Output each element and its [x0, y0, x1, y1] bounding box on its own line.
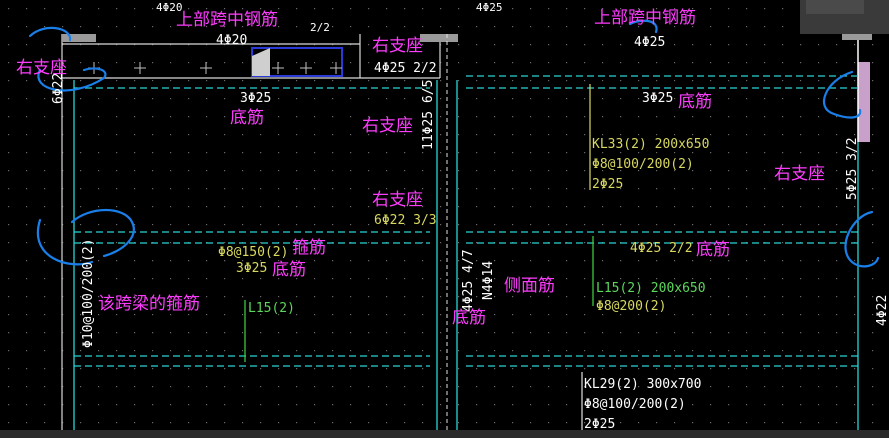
label-side-bar: 侧面筋	[504, 276, 555, 296]
label-right-support-5: 右支座	[774, 164, 825, 184]
cad-text-stir-150: Φ8@150(2)	[218, 245, 289, 260]
cad-text-kl33-top: 2Φ25	[592, 177, 624, 192]
label-right-support-4: 右支座	[372, 190, 423, 210]
label-bottom-bar-4: 底筋	[696, 240, 730, 260]
cad-text-kl33: KL33(2) 200x650	[592, 137, 710, 152]
cad-text-kl29: KL29(2) 300x700	[584, 377, 702, 392]
cad-text-kl29-top: 2Φ25	[584, 417, 616, 432]
label-top-mid-1: 上部跨中钢筋	[176, 10, 278, 30]
cad-text-kl33-stirrup: Φ8@100/200(2)	[592, 157, 694, 172]
cad-drawing-canvas[interactable]: 4Φ20 4Φ20 2/2 4Φ25 4Φ25 4Φ25 2/2 6Φ22 3Φ…	[0, 0, 889, 438]
support-block-left	[62, 34, 96, 42]
cad-text-l15-right: L15(2) 200x650	[596, 281, 706, 296]
status-strip	[0, 430, 889, 438]
cad-text-top-425-small: 4Φ25	[476, 1, 503, 14]
label-right-support-3: 右支座	[362, 116, 413, 136]
cad-text-bot-325-left: 3Φ25	[240, 91, 272, 106]
cad-text-vert-425-47: 4Φ25 4/7	[461, 249, 476, 312]
label-right-support-2: 右支座	[16, 58, 67, 78]
cad-text-right-vert-525: 5Φ25 3/2	[845, 137, 860, 200]
cad-text-left-vert-10: Φ10@100/200(2)	[81, 238, 96, 348]
label-bottom-bar-5: 底筋	[452, 308, 486, 328]
label-top-mid-2: 上部跨中钢筋	[594, 8, 696, 28]
cad-text-bot-325-right: 3Φ25	[642, 91, 674, 106]
right-column-highlight	[858, 62, 870, 142]
support-block-mid	[420, 34, 458, 42]
cad-text-kl29-stirrup: Φ8@100/200(2)	[584, 397, 686, 412]
label-bottom-bar-2: 底筋	[678, 92, 712, 112]
toolbar-button[interactable]	[806, 0, 864, 14]
cad-text-vert-n4: N4Φ14	[481, 260, 496, 300]
label-bottom-bar-3: 底筋	[272, 260, 306, 280]
background-grid	[0, 0, 889, 438]
cad-text-col-vert-1125: 11Φ25 6/5	[421, 79, 436, 150]
cad-text-support-425: 4Φ25 2/2	[374, 61, 437, 76]
cad-text-l15-left: L15(2)	[248, 301, 295, 316]
cad-text-top-20: 4Φ20	[216, 33, 248, 48]
label-span-stirrup: 该跨梁的箍筋	[98, 294, 200, 314]
label-stirrup: 箍筋	[292, 238, 326, 258]
cad-text-bot-425-22: 4Φ25 2/2	[630, 241, 693, 256]
cad-text-top-partial: 2/2	[310, 21, 330, 34]
cad-text-right-edge-vert: 4Φ22	[875, 294, 889, 326]
label-bottom-bar-1: 底筋	[230, 108, 264, 128]
cad-text-l15-right-stirrup: Φ8@200(2)	[596, 299, 667, 314]
cad-text-support-622: 6Φ22 3/3	[374, 213, 437, 228]
label-right-support-1: 右支座	[372, 36, 423, 56]
cad-text-top-425-right: 4Φ25	[634, 35, 666, 50]
cad-text-bot-325-mid: 3Φ25	[236, 261, 268, 276]
beam-rebar-drawing	[0, 0, 889, 438]
